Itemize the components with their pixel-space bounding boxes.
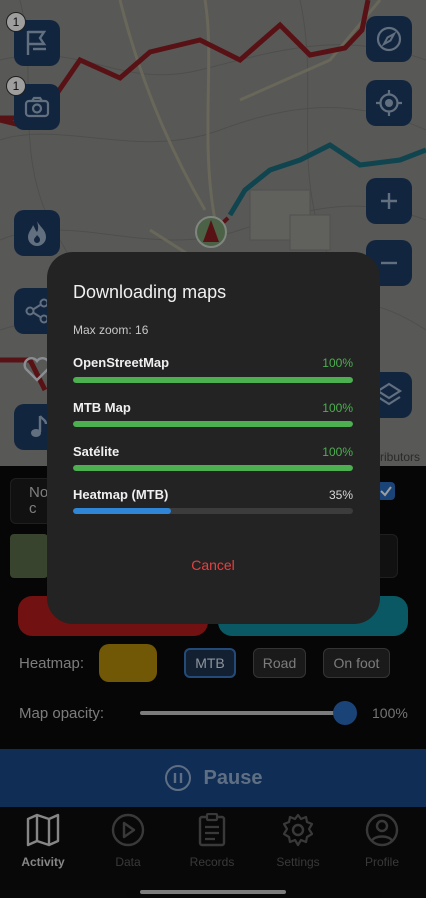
progress-bar-heatmap-mtb <box>73 508 353 514</box>
progress-fill-openstreetmap <box>73 377 353 383</box>
download-dialog: Downloading maps Max zoom: 16 OpenStreet… <box>47 252 380 624</box>
progress-fill-heatmap-mtb <box>73 508 171 514</box>
download-name-openstreetmap: OpenStreetMap <box>73 355 170 370</box>
download-name-satelite: Satélite <box>73 444 120 459</box>
progress-bar-mtb-map <box>73 421 353 427</box>
progress-fill-satelite <box>73 465 353 471</box>
max-zoom-text: Max zoom: 16 <box>73 323 149 337</box>
dialog-title: Downloading maps <box>73 282 227 302</box>
download-name-mtb-map: MTB Map <box>73 400 131 415</box>
download-percent-satelite: 100% <box>322 445 353 459</box>
progress-fill-mtb-map <box>73 421 353 427</box>
download-percent-heatmap-mtb: 35% <box>328 488 353 502</box>
progress-bar-openstreetmap <box>73 377 353 383</box>
progress-bar-satelite <box>73 465 353 471</box>
download-percent-mtb-map: 100% <box>322 401 353 415</box>
cancel-button[interactable]: Cancel <box>163 557 263 581</box>
download-name-heatmap-mtb: Heatmap (MTB) <box>73 487 169 502</box>
download-percent-openstreetmap: 100% <box>322 356 353 370</box>
